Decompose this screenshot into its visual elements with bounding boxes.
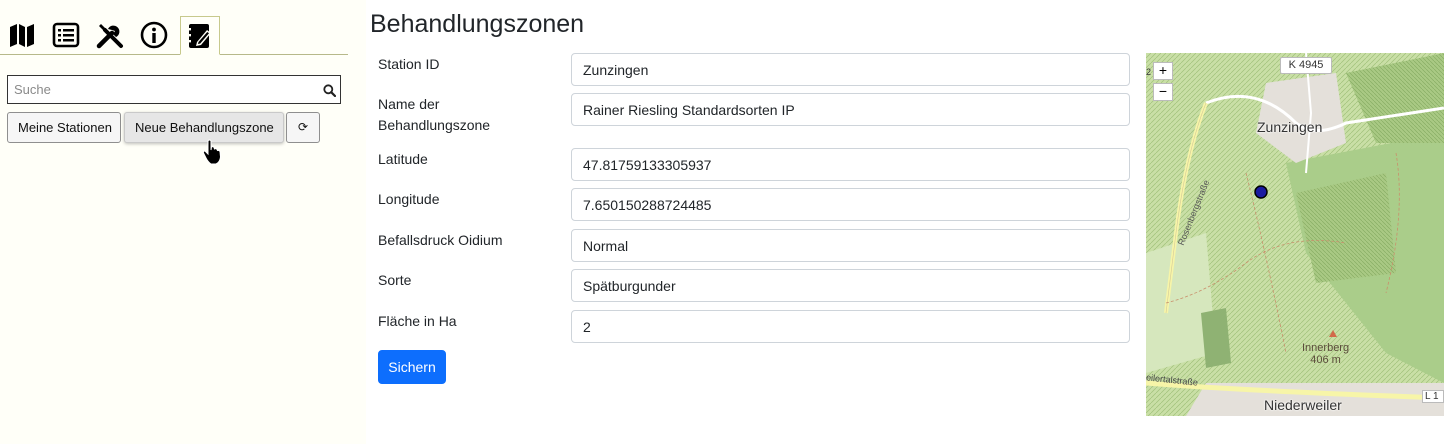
search-box <box>7 75 341 104</box>
area-label: Fläche in Ha <box>378 313 457 329</box>
station-id-input[interactable] <box>571 53 1130 86</box>
tab-tools[interactable] <box>90 16 130 54</box>
variety-label: Sorte <box>378 272 412 288</box>
zoom-in-button[interactable]: + <box>1153 62 1173 80</box>
map-icon <box>10 24 34 47</box>
hand-cursor-icon <box>202 139 222 165</box>
search-icon[interactable] <box>323 84 336 97</box>
oidium-label: Befallsdruck Oidium <box>378 232 503 248</box>
zoom-out-button[interactable]: − <box>1153 83 1173 101</box>
oidium-input[interactable] <box>571 229 1130 262</box>
refresh-button[interactable]: ⟳ <box>286 112 320 143</box>
tab-info[interactable] <box>134 16 174 54</box>
station-marker[interactable] <box>1254 185 1268 199</box>
search-input[interactable] <box>8 76 314 103</box>
tab-list[interactable] <box>46 16 86 54</box>
peak-label: Innerberg 406 m <box>1302 342 1349 366</box>
my-stations-button[interactable]: Meine Stationen <box>7 112 121 143</box>
peak-name: Innerberg <box>1302 342 1350 354</box>
latitude-label: Latitude <box>378 151 428 167</box>
zone-name-input[interactable] <box>571 93 1130 126</box>
variety-input[interactable] <box>571 269 1130 302</box>
latitude-input[interactable] <box>571 148 1130 181</box>
tab-zones[interactable] <box>180 16 220 55</box>
map-tiles <box>1146 53 1444 416</box>
road-label-l: L 1 <box>1422 390 1444 403</box>
peak-elevation: 406 m <box>1310 354 1341 366</box>
list-icon <box>52 22 80 48</box>
edit-notebook-icon <box>187 23 211 48</box>
sidebar: Meine Stationen Neue Behandlungszone ⟳ <box>0 0 366 444</box>
town-label-zunzingen: Zunzingen <box>1257 119 1323 135</box>
map-edge-label: 2 <box>1146 67 1152 77</box>
tools-icon <box>96 24 123 49</box>
longitude-input[interactable] <box>571 188 1130 221</box>
save-button[interactable]: Sichern <box>378 350 446 384</box>
town-label-niederweiler: Niederweiler <box>1264 397 1342 413</box>
station-id-label: Station ID <box>378 56 440 72</box>
area-input[interactable] <box>571 310 1130 343</box>
zone-name-label: Name der Behandlungszone <box>378 96 491 133</box>
road-label-k4945: K 4945 <box>1280 57 1332 74</box>
sidebar-tabbar <box>0 16 348 55</box>
page-title: Behandlungszonen <box>370 10 585 38</box>
longitude-label: Longitude <box>378 191 440 207</box>
map-view[interactable]: K 4945 Zunzingen Rosenbergstraße Innerbe… <box>1146 53 1444 416</box>
tab-map[interactable] <box>2 16 42 54</box>
info-icon <box>140 21 168 49</box>
